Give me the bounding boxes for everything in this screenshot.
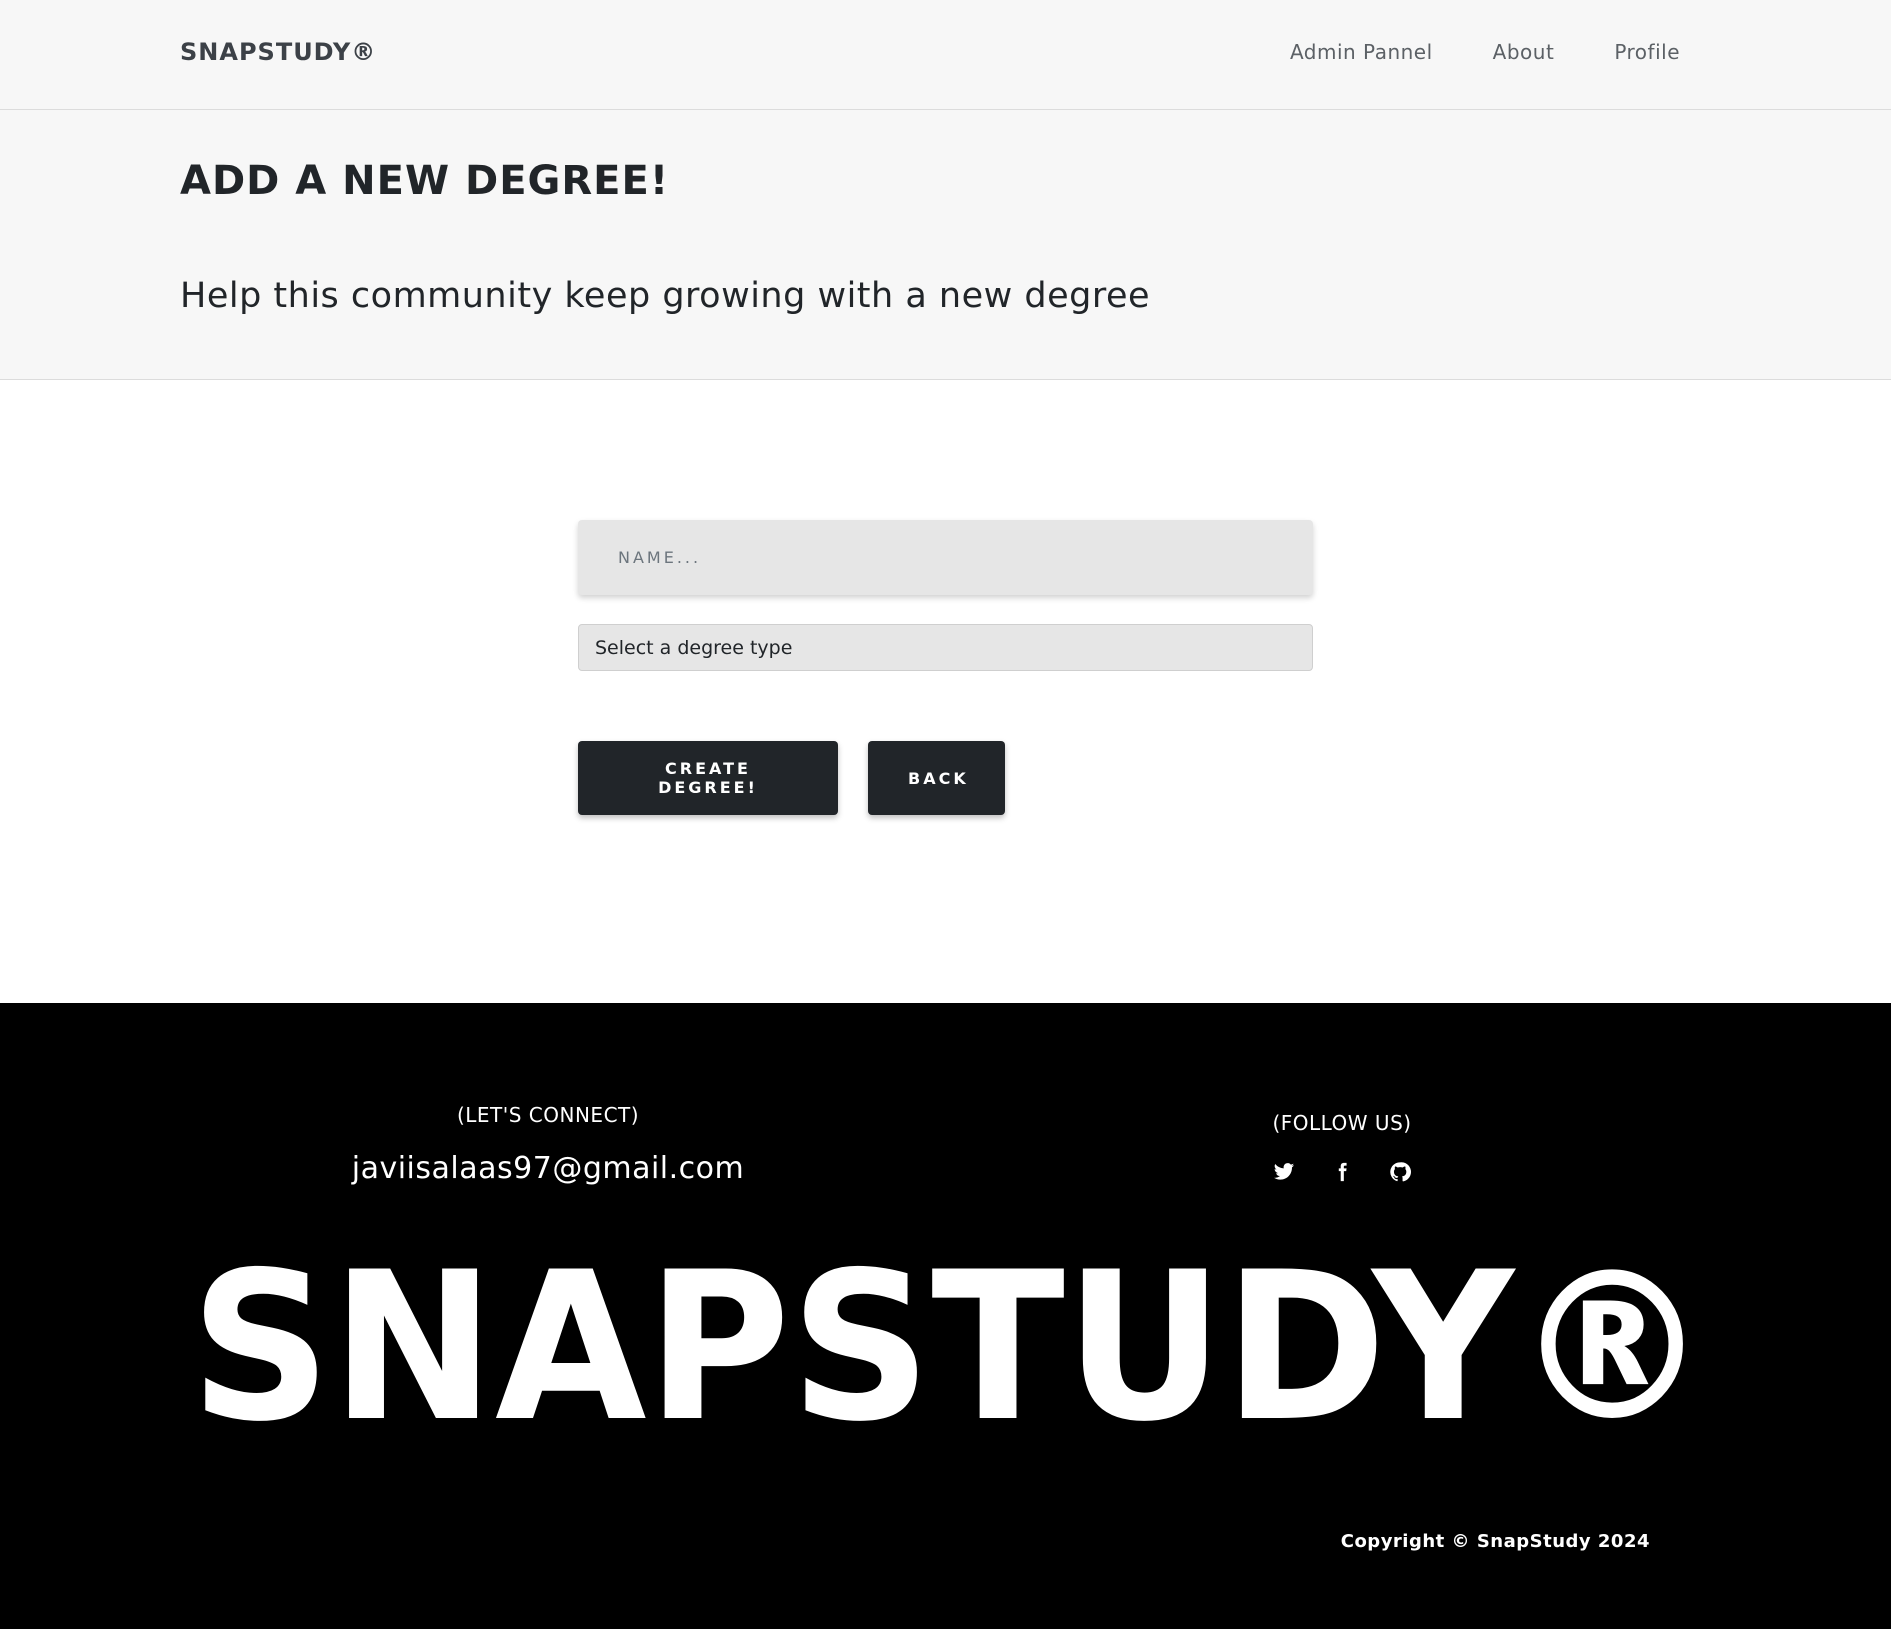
degree-type-select[interactable]: Select a degree type <box>578 624 1313 671</box>
nav-link-about[interactable]: About <box>1493 40 1555 64</box>
form-actions: CREATE DEGREE! BACK <box>578 741 1313 815</box>
page-title: ADD A NEW DEGREE! <box>180 158 670 204</box>
nav-links: Admin Pannel About Profile <box>1290 40 1680 64</box>
contact-email-text: javiisalaas97@gmail.com <box>351 1151 745 1186</box>
back-button[interactable]: BACK <box>868 741 1005 815</box>
degree-type-selected-value: Select a degree type <box>595 636 793 659</box>
create-degree-button[interactable]: CREATE DEGREE! <box>578 741 838 815</box>
twitter-icon[interactable] <box>1273 1161 1295 1183</box>
page-subtitle: Help this community keep growing with a … <box>180 276 1151 316</box>
navbar: SNAPSTUDY® Admin Pannel About Profile <box>0 0 1891 110</box>
brand-logo[interactable]: SNAPSTUDY® <box>180 38 376 66</box>
footer: (LET'S CONNECT) javiisalaas97@gmail.com … <box>0 1003 1891 1629</box>
name-input[interactable] <box>578 520 1313 595</box>
footer-big-logo-svg: SNAPSTUDY® <box>190 1255 1710 1430</box>
copyright-text: Copyright © SnapStudy 2024 <box>1340 1531 1650 1552</box>
github-icon[interactable] <box>1389 1161 1411 1183</box>
footer-big-logo-text: SNAPSTUDY® <box>190 1255 1710 1430</box>
footer-big-logo: SNAPSTUDY® <box>190 1255 1710 1430</box>
page-header: ADD A NEW DEGREE! Help this community ke… <box>0 110 1891 380</box>
add-degree-form: Select a degree type CREATE DEGREE! BACK <box>578 520 1313 815</box>
nav-link-profile[interactable]: Profile <box>1614 40 1680 64</box>
nav-link-admin-pannel[interactable]: Admin Pannel <box>1290 40 1433 64</box>
follow-label-text: (FOLLOW US) <box>1272 1111 1412 1135</box>
social-links <box>1273 1161 1411 1183</box>
facebook-icon[interactable] <box>1331 1161 1353 1183</box>
connect-label-text: (LET'S CONNECT) <box>456 1103 640 1127</box>
